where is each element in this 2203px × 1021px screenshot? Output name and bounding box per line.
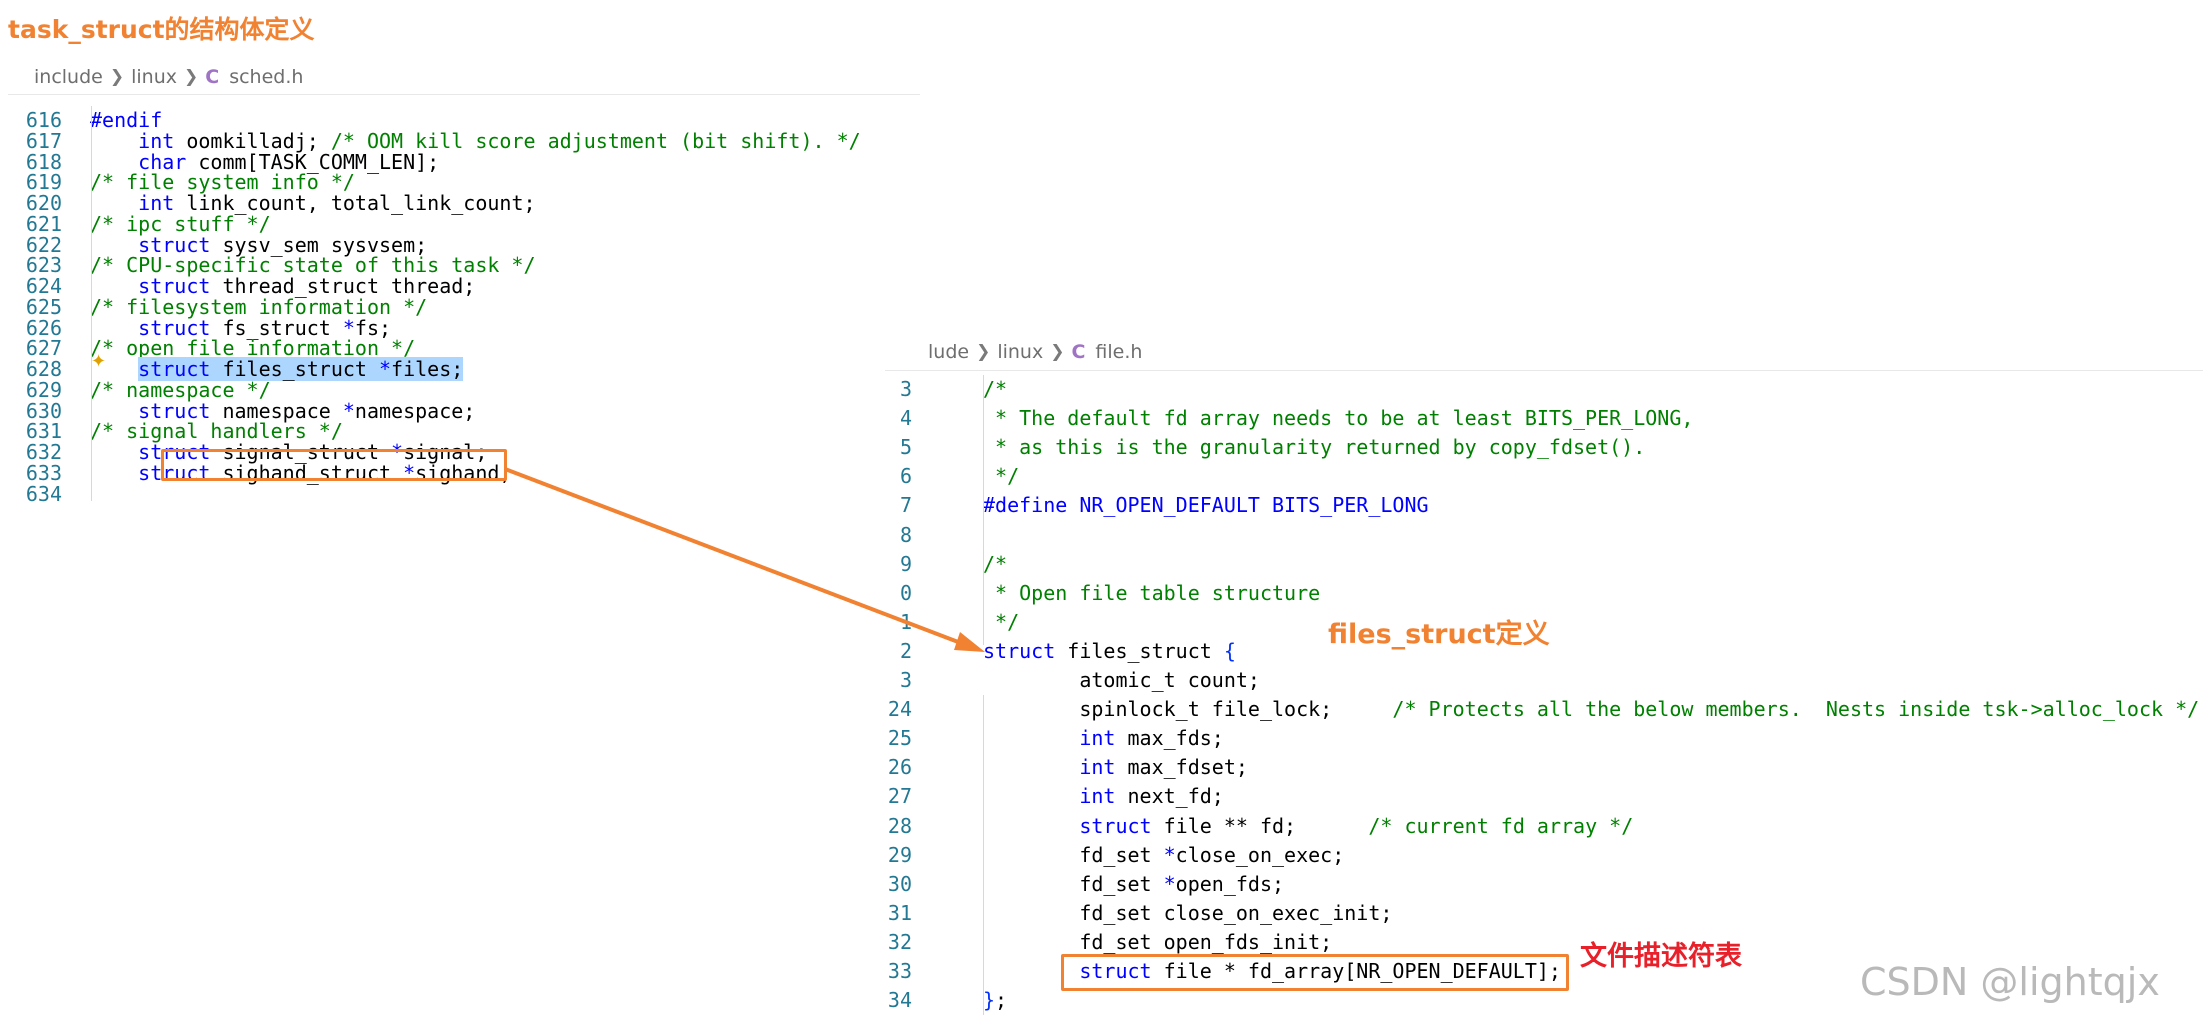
code-text: /* [983,377,1008,401]
code-line[interactable]: 26 int max_fdset; [885,753,2203,782]
chevron-right-icon: ❯ [1050,342,1065,362]
line-number: 3 [899,668,912,692]
code-text: atomic_t count; [983,668,1260,692]
files-member-highlight-box [161,449,507,481]
code-text: struct files_struct { [983,638,1236,663]
line-number: 3 [899,377,912,401]
chevron-right-icon: ❯ [183,67,199,87]
breadcrumb: include ❯ linux ❯ C sched.h [34,62,920,92]
line-number: 31 [887,900,912,925]
files-struct-annotation: files_struct定义 [1328,619,1550,650]
breadcrumb-item[interactable]: sched.h [229,66,303,88]
chevron-right-icon: ❯ [976,342,991,362]
indent-guide [91,106,92,501]
code-line[interactable]: 634 [8,480,920,509]
code-line[interactable]: 6 */ [885,462,2203,491]
csdn-watermark: CSDN @lightqjx [1860,960,2160,1004]
code-line[interactable]: 7 #define NR_OPEN_DEFAULT BITS_PER_LONG [885,491,2203,520]
code-text: #define NR_OPEN_DEFAULT BITS_PER_LONG [983,493,1429,518]
line-number: 33 [887,959,912,983]
c-file-icon: C [1071,341,1086,363]
code-area[interactable]: 616 #endif 617 int oomkilladj; /* OOM kill… [8,97,920,657]
code-text: }; [983,988,1008,1013]
breadcrumb-item[interactable]: linux [997,341,1043,363]
code-line[interactable]: 31 fd_set close_on_exec_init; [885,899,2203,928]
code-text: * Open file table structure [983,580,1321,605]
line-number: 6 [899,464,912,489]
line-number: 25 [887,726,912,751]
code-text: spinlock_t file_lock; /* Protects all th… [983,697,2200,722]
code-text: fd_set open_fds_init; [983,929,1333,954]
right-editor-panel: lude ❯ linux ❯ C file.h 3 /* 4 * The defau… [885,334,2203,1021]
line-number: 28 [887,813,912,838]
code-line[interactable]: 3 /* [885,375,2203,404]
breadcrumb-item[interactable]: linux [131,66,177,88]
sparkle-icon[interactable]: ✦ [91,351,106,372]
code-text: struct file ** fd; /* current fd array *… [1079,813,1634,838]
fd-table-annotation: 文件描述符表 [1580,941,1742,972]
indent-guide [983,375,984,645]
line-number: 9 [899,551,912,576]
code-text: /* [983,551,1008,576]
code-line[interactable]: 0 * Open file table structure [885,579,2203,608]
code-line[interactable]: 4 * The default fd array needs to be at … [885,404,2203,433]
line-number: 5 [899,435,912,460]
chevron-right-icon: ❯ [109,67,125,87]
task-struct-title-annotation: task_struct的结构体定义 [8,15,315,44]
line-number: 0 [899,580,912,605]
line-number: 8 [899,522,912,547]
breadcrumb: lude ❯ linux ❯ C file.h [928,334,2203,370]
code-line[interactable]: 25 int max_fds; [885,724,2203,753]
code-text: */ [983,609,1020,634]
code-line[interactable]: 32 fd_set open_fds_init; [885,928,2203,957]
breadcrumb-item[interactable]: include [34,66,103,88]
code-text: int max_fds; [1079,726,1224,751]
left-editor-panel: include ❯ linux ❯ C sched.h 616 #endif 617… [8,58,920,658]
line-number: 32 [887,929,912,954]
code-text: fd_set *open_fds; [983,871,1285,896]
code-text: fd_set close_on_exec_init; [983,900,1393,925]
code-line[interactable]: 30 fd_set *open_fds; [885,870,2203,899]
code-text: int next_fd; [1079,784,1224,809]
code-line[interactable]: 24 spinlock_t file_lock; /* Protects all… [885,695,2203,724]
line-number: 29 [887,842,912,867]
code-text: * as this is the granularity returned by… [983,435,1646,460]
code-line[interactable]: 5 * as this is the granularity returned … [885,433,2203,462]
line-number: 34 [887,988,912,1013]
code-text: int max_fdset; [1079,755,1248,780]
code-text: fd_set *close_on_exec; [983,842,1345,867]
code-text: * The default fd array needs to be at le… [983,406,1694,431]
fd-array-highlight-box [1061,954,1569,991]
breadcrumb-item[interactable]: lude [928,341,969,363]
line-number: 2 [899,638,912,663]
code-line[interactable]: 28 struct file ** fd; /* current fd arra… [885,812,2203,841]
breadcrumb-divider [8,94,920,95]
code-text: */ [983,464,1020,489]
line-number: 634 [25,481,62,506]
code-area[interactable]: 3 /* 4 * The default fd array needs to be … [885,373,2203,1018]
indent-guide [983,695,984,1015]
line-number: 4 [899,406,912,431]
code-line[interactable]: 3 atomic_t count; [885,666,2203,695]
line-number: 26 [887,755,912,780]
code-line[interactable]: 29 fd_set *close_on_exec; [885,841,2203,870]
code-line[interactable]: 27 int next_fd; [885,782,2203,811]
line-number: 24 [887,697,912,722]
line-number: 30 [887,871,912,896]
c-file-icon: C [205,66,220,88]
breadcrumb-item[interactable]: file.h [1095,341,1142,363]
code-line[interactable]: 8 [885,521,2203,550]
line-number: 27 [887,784,912,809]
breadcrumb-divider [885,370,2203,371]
line-number: 7 [899,493,912,518]
code-line[interactable]: 9 /* [885,550,2203,579]
line-number: 1 [899,609,912,634]
